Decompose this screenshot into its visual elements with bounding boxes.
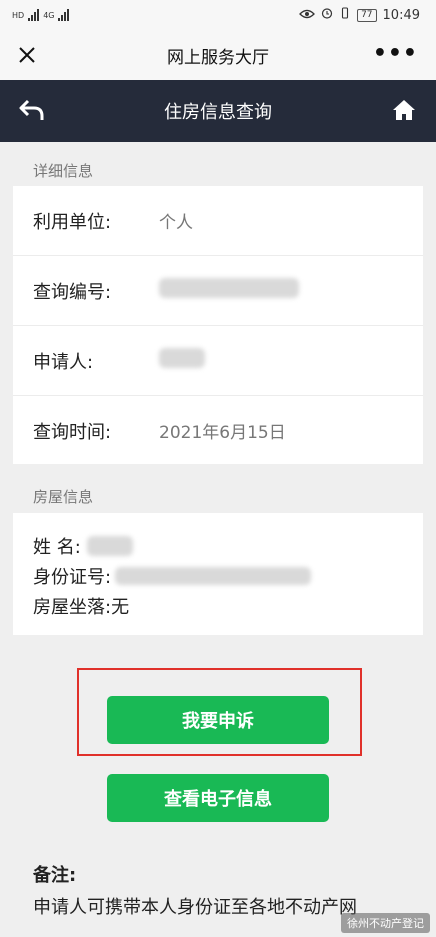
id-key: 身份证号:: [33, 567, 112, 588]
hd-label: HD: [12, 10, 25, 20]
alarm-icon: [321, 7, 333, 23]
name-key: 姓 名:: [33, 537, 81, 558]
wechat-nav-bar: 网上服务大厅 •••: [0, 30, 436, 81]
house-section-label: 房屋信息: [33, 488, 94, 506]
note-title: 备注:: [33, 865, 77, 886]
signal-indicators: HD 4G: [0, 9, 70, 21]
detail-row: 利用单位: 个人: [13, 186, 423, 256]
detail-key: 查询时间:: [33, 421, 112, 443]
signal-icon: [28, 9, 40, 21]
status-bar: HD 4G 77 10:49: [0, 0, 436, 30]
id-line: 身份证号:: [33, 563, 312, 589]
detail-card: 利用单位: 个人 查询编号: 申请人: 查询时间: 2021年6月15日: [13, 186, 423, 464]
detail-value: 2021年6月15日: [159, 423, 286, 443]
detail-value: 个人: [159, 213, 193, 233]
detail-row: 查询编号:: [13, 256, 423, 326]
eye-icon: [299, 8, 315, 23]
close-icon[interactable]: [12, 40, 42, 70]
clock-time: 10:49: [382, 7, 420, 23]
appeal-button[interactable]: 我要申诉: [107, 696, 329, 744]
detail-key: 申请人:: [33, 351, 94, 373]
redacted-applicant: [159, 348, 205, 373]
detail-row: 查询时间: 2021年6月15日: [13, 396, 423, 465]
watermark: 徐州不动产登记: [341, 913, 430, 933]
redacted-query-number: [159, 278, 299, 303]
detail-key: 查询编号:: [33, 281, 112, 303]
back-arrow-icon[interactable]: [18, 98, 46, 124]
page-title: 住房信息查询: [164, 102, 272, 123]
wechat-title: 网上服务大厅: [167, 47, 269, 68]
vibrate-icon: [339, 7, 351, 23]
address-value: 无: [111, 597, 130, 618]
detail-section-label: 详细信息: [33, 162, 94, 180]
detail-row: 申请人:: [13, 326, 423, 396]
detail-key: 利用单位:: [33, 211, 112, 233]
home-icon[interactable]: [392, 99, 416, 121]
address-key: 房屋坐落:: [33, 597, 112, 618]
network-label: 4G: [43, 10, 55, 20]
house-card: 姓 名: 身份证号: 房屋坐落: 无: [13, 513, 423, 635]
view-electronic-info-button[interactable]: 查看电子信息: [107, 774, 329, 822]
more-dots-icon[interactable]: •••: [373, 42, 418, 66]
signal-icon: [58, 9, 70, 21]
redacted-name: [86, 536, 133, 556]
battery-icon: 77: [357, 8, 377, 22]
name-line: 姓 名:: [33, 533, 133, 559]
address-line: 房屋坐落: 无: [33, 593, 129, 619]
app-header: 住房信息查询: [0, 80, 436, 142]
redacted-id-number: [115, 567, 312, 585]
status-right: 77 10:49: [299, 7, 436, 23]
